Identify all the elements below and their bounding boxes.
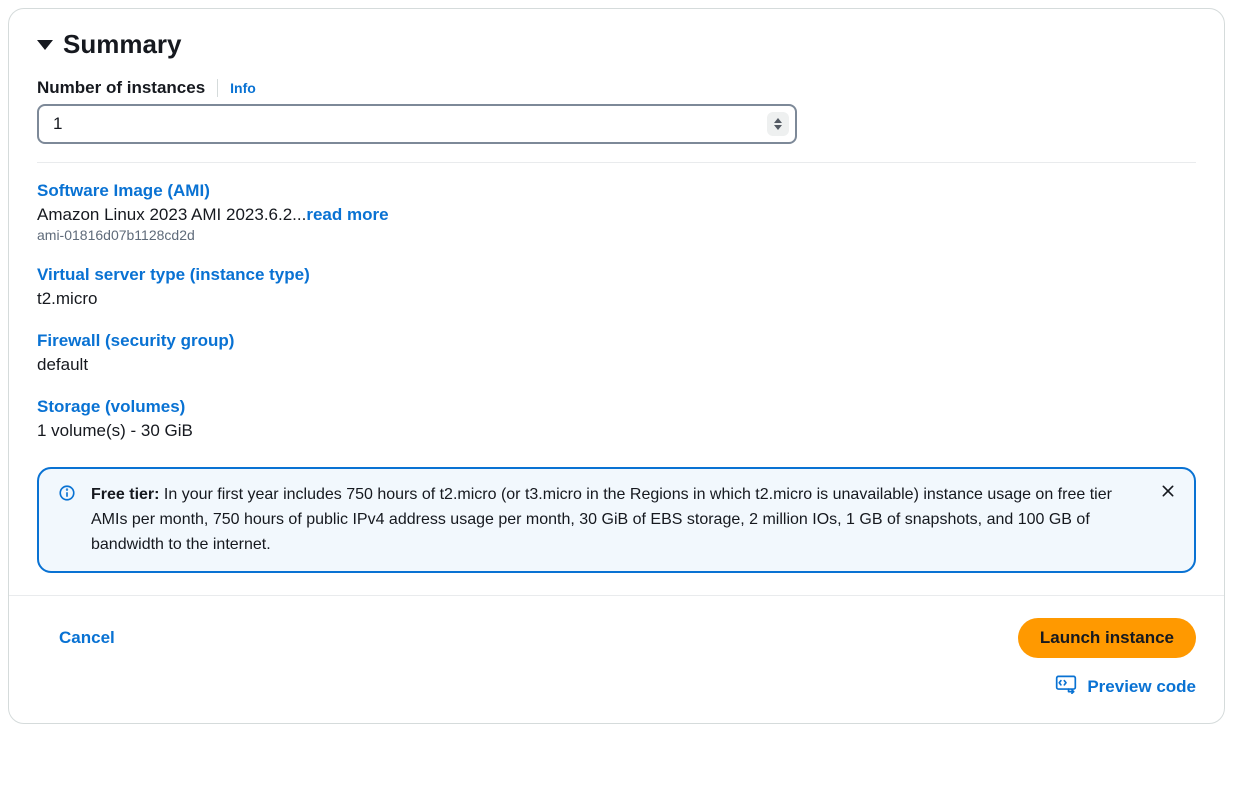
ami-value: Amazon Linux 2023 AMI 2023.6.2...read mo…	[37, 205, 1196, 225]
num-instances-input[interactable]	[37, 104, 797, 144]
number-stepper[interactable]	[767, 112, 789, 136]
alert-prefix: Free tier:	[91, 486, 159, 503]
code-icon	[1055, 674, 1077, 699]
instance-type-title[interactable]: Virtual server type (instance type)	[37, 265, 1196, 285]
divider	[37, 162, 1196, 163]
num-instances-row: Number of instances Info	[37, 78, 1196, 98]
panel-footer: Cancel Launch instance Preview code	[9, 595, 1224, 723]
summary-header[interactable]: Summary	[37, 29, 1196, 60]
info-link[interactable]: Info	[230, 80, 256, 96]
firewall-title[interactable]: Firewall (security group)	[37, 331, 1196, 351]
chevron-up-icon	[774, 118, 782, 123]
instance-type-section: Virtual server type (instance type) t2.m…	[37, 265, 1196, 309]
info-icon	[57, 483, 77, 503]
ami-title[interactable]: Software Image (AMI)	[37, 181, 1196, 201]
preview-code-link[interactable]: Preview code	[1055, 674, 1196, 699]
caret-down-icon	[37, 40, 53, 50]
firewall-value: default	[37, 355, 1196, 375]
num-instances-label: Number of instances	[37, 78, 205, 98]
summary-title: Summary	[63, 29, 182, 60]
close-icon[interactable]	[1156, 479, 1180, 503]
launch-instance-button[interactable]: Launch instance	[1018, 618, 1196, 658]
storage-section: Storage (volumes) 1 volume(s) - 30 GiB	[37, 397, 1196, 441]
storage-title[interactable]: Storage (volumes)	[37, 397, 1196, 417]
cancel-button[interactable]: Cancel	[37, 628, 115, 648]
ami-section: Software Image (AMI) Amazon Linux 2023 A…	[37, 181, 1196, 243]
footer-row: Cancel Launch instance	[37, 618, 1196, 658]
chevron-down-icon	[774, 125, 782, 130]
num-instances-input-wrap	[37, 104, 797, 144]
preview-row: Preview code	[37, 674, 1196, 699]
ami-name: Amazon Linux 2023 AMI 2023.6.2...	[37, 205, 306, 224]
preview-code-label: Preview code	[1087, 677, 1196, 697]
alert-text: Free tier: In your first year includes 7…	[91, 486, 1112, 553]
instance-type-value: t2.micro	[37, 289, 1196, 309]
summary-panel: Summary Number of instances Info Softwar…	[8, 8, 1225, 724]
firewall-section: Firewall (security group) default	[37, 331, 1196, 375]
storage-value: 1 volume(s) - 30 GiB	[37, 421, 1196, 441]
alert-body: In your first year includes 750 hours of…	[91, 486, 1112, 553]
separator	[217, 79, 218, 97]
ami-id: ami-01816d07b1128cd2d	[37, 227, 1196, 243]
free-tier-alert: Free tier: In your first year includes 7…	[37, 467, 1196, 573]
panel-body: Summary Number of instances Info Softwar…	[9, 9, 1224, 595]
read-more-link[interactable]: read more	[306, 205, 388, 224]
